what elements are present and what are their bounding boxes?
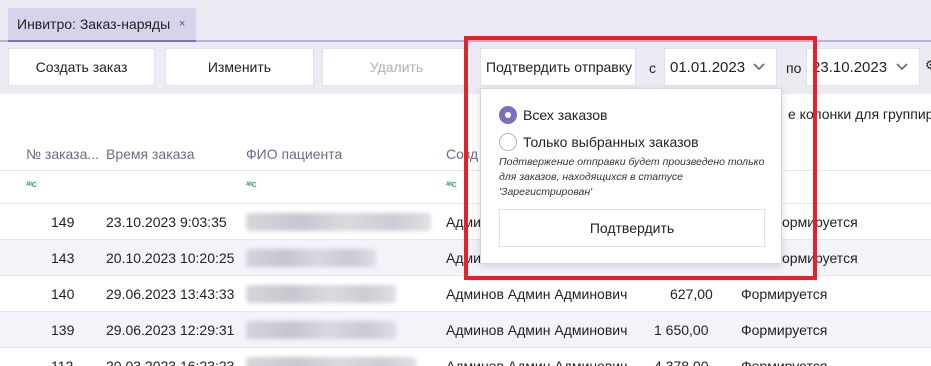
order-number: 143 (51, 250, 75, 266)
group-panel-hint: е колонки для группиро (788, 106, 931, 122)
close-icon[interactable]: × (179, 18, 185, 30)
order-time: 20.10.2023 10:20:25 (106, 250, 235, 266)
column-header-order-time[interactable]: Время заказа (106, 138, 194, 170)
date-from-value: 01.01.2023 (670, 58, 746, 76)
column-header-patient-name[interactable]: ФИО пациента (246, 138, 342, 170)
edit-button[interactable]: Изменить (165, 48, 314, 86)
column-header-order-number[interactable]: № заказа... (26, 138, 99, 170)
confirm-send-note: Подтвержение отправки будет произведено … (499, 156, 765, 198)
chevron-down-icon[interactable] (751, 58, 767, 74)
orders-grid-area: е колонки для группиро № заказа... Время… (0, 94, 931, 366)
order-time: 23.10.2023 9:03:35 (106, 214, 227, 230)
order-status: ормируется (782, 250, 858, 266)
table-row[interactable]: 112 20.03.2023 16:23:23 Админов Админ Ад… (0, 348, 931, 366)
confirm-button[interactable]: Подтвердить (499, 209, 765, 247)
settings-icon[interactable]: ⚙ (925, 58, 931, 72)
date-from-input[interactable]: 01.01.2023 (664, 48, 777, 86)
order-status: Формируется (741, 358, 828, 366)
toolbar: Создать заказ Изменить Удалить Подтверди… (0, 44, 931, 94)
abc-filter-icon[interactable]: ᴬᴮC (246, 182, 257, 189)
order-number: 149 (51, 214, 75, 230)
chevron-down-icon[interactable] (894, 58, 910, 74)
column-header-creator[interactable]: Созд (446, 138, 478, 170)
abc-filter-icon[interactable]: ᴬᴮC (26, 182, 37, 189)
radio-all-orders-label[interactable]: Всех заказов (523, 107, 607, 123)
confirm-send-popup: Всех заказов Только выбранных заказов По… (480, 88, 782, 264)
order-number: 140 (51, 286, 75, 302)
abc-filter-icon[interactable]: ᴬᴮC (446, 182, 457, 189)
table-row[interactable]: 139 29.06.2023 12:29:31 Админов Админ Ад… (0, 312, 931, 348)
order-time: 20.03.2023 16:23:23 (106, 358, 235, 366)
radio-selected-orders[interactable] (499, 133, 517, 151)
date-to-value: 23.10.2023 (812, 58, 888, 76)
order-status: Формируется (741, 286, 828, 302)
create-order-button[interactable]: Создать заказ (8, 48, 155, 86)
order-number: 112 (51, 358, 74, 366)
tab-bar: Инвитро: Заказ-наряды × (0, 0, 931, 42)
order-creator: Админов Админ Админович (446, 358, 628, 366)
tab-title: Инвитро: Заказ-наряды (17, 16, 171, 32)
radio-selected-orders-label[interactable]: Только выбранных заказов (523, 134, 699, 150)
order-sum: 627,00 (670, 286, 713, 302)
order-number: 139 (51, 322, 75, 338)
date-from-label: с (649, 60, 656, 76)
order-time: 29.06.2023 13:43:33 (106, 286, 235, 302)
confirm-send-button[interactable]: Подтвердить отправку (480, 48, 636, 86)
table-row[interactable]: 149 23.10.2023 9:03:35 Админ ормируется (0, 204, 931, 240)
order-sum: 1 650,00 (654, 322, 709, 338)
delete-button[interactable]: Удалить (322, 48, 471, 86)
patient-name-redacted (246, 285, 396, 303)
order-time: 29.06.2023 12:29:31 (106, 322, 235, 338)
filter-row: ᴬᴮC ᴬᴮC ᴬᴮC (0, 170, 931, 204)
patient-name-redacted (246, 249, 376, 267)
tab-invitro-orders[interactable]: Инвитро: Заказ-наряды × (8, 8, 196, 42)
date-to-label: по (786, 60, 802, 76)
date-to-input[interactable]: 23.10.2023 (806, 48, 920, 86)
table-row[interactable]: 143 20.10.2023 10:20:25 Админ ормируется (0, 240, 931, 276)
order-sum: 4 378,00 (654, 358, 709, 366)
radio-all-orders[interactable] (499, 106, 517, 124)
patient-name-redacted (246, 357, 416, 366)
order-status: ормируется (782, 214, 858, 230)
order-creator: Админов Админ Админович (446, 286, 628, 302)
order-status: Формируется (741, 322, 828, 338)
table-row[interactable]: 140 29.06.2023 13:43:33 Админов Админ Ад… (0, 276, 931, 312)
patient-name-redacted (246, 321, 396, 339)
patient-name-redacted (246, 213, 431, 231)
order-creator: Админов Админ Админович (446, 322, 628, 338)
